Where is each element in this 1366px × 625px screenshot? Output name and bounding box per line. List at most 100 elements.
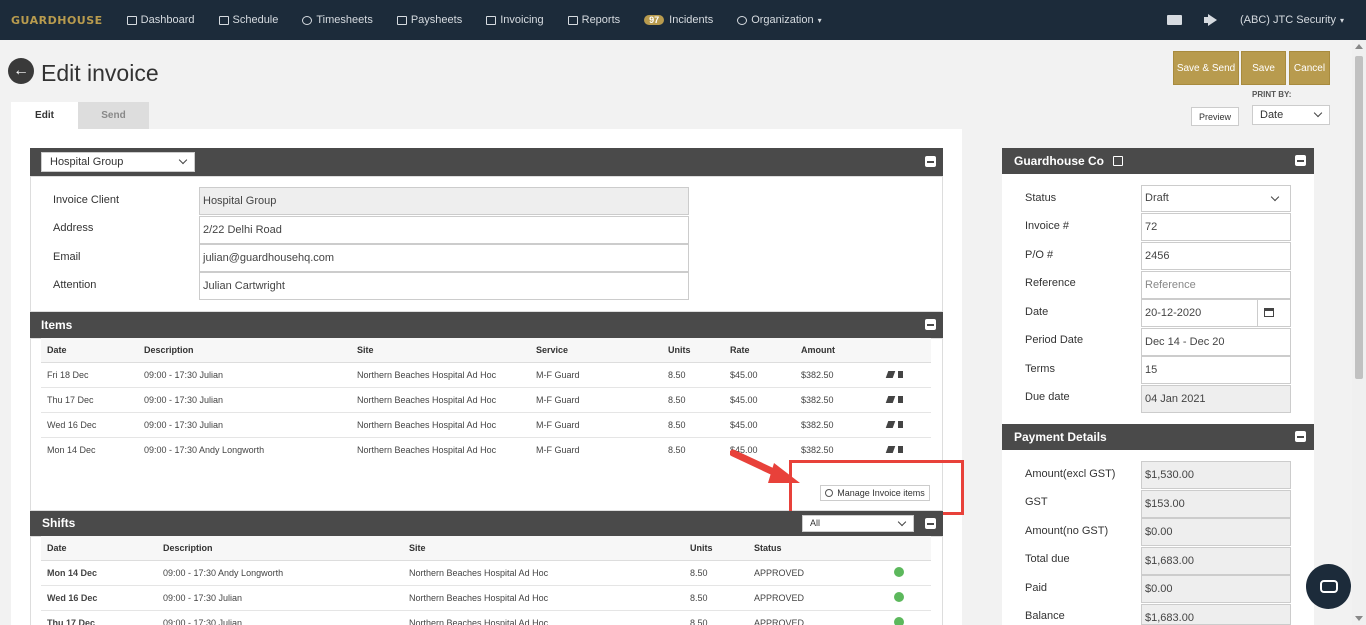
item-units: 8.50 [662, 412, 724, 438]
email-field[interactable]: julian@guardhousehq.com [199, 244, 689, 272]
collapse-icon[interactable] [1295, 155, 1306, 166]
nav-dashboard[interactable]: Dashboard [126, 14, 195, 26]
caret-down-icon: ▾ [817, 15, 822, 25]
pencil-icon[interactable] [885, 370, 896, 378]
trash-icon[interactable] [898, 370, 903, 378]
scroll-thumb[interactable] [1355, 56, 1363, 379]
nav-organization[interactable]: Organization ▾ [737, 14, 822, 26]
nav-timesheets[interactable]: Timesheets [302, 14, 373, 26]
invoice-client-field[interactable]: Hospital Group [199, 187, 689, 215]
table-row[interactable]: Thu 17 Dec 09:00 - 17:30 Julian Northern… [41, 610, 931, 625]
item-service: M-F Guard [530, 362, 662, 388]
amount-excl-gst-field: $1,530.00 [1141, 461, 1291, 489]
tab-edit[interactable]: Edit [11, 102, 78, 129]
back-arrow-icon[interactable]: ← [8, 58, 34, 84]
item-actions [881, 387, 931, 413]
item-actions [881, 362, 931, 388]
gst-label: GST [1025, 496, 1048, 508]
save-button[interactable]: Save [1241, 51, 1286, 85]
table-row[interactable]: Mon 14 Dec 09:00 - 17:30 Andy Longworth … [41, 560, 931, 586]
nav-schedule[interactable]: Schedule [218, 14, 278, 26]
trash-icon[interactable] [898, 420, 903, 428]
table-row[interactable]: Wed 16 Dec 09:00 - 17:30 Julian Northern… [41, 585, 931, 611]
nav-incidents[interactable]: 97 Incidents [644, 14, 713, 26]
pencil-icon[interactable] [885, 420, 896, 428]
nav-dashboard-label: Dashboard [140, 14, 195, 26]
shift-status: APPROVED [748, 585, 888, 611]
reference-field[interactable]: Reference [1141, 271, 1291, 299]
tab-send[interactable]: Send [78, 102, 149, 129]
scroll-up-icon[interactable] [1355, 44, 1363, 49]
nav-reports[interactable]: Reports [567, 14, 621, 26]
client-select[interactable]: Hospital Group [41, 152, 195, 172]
preview-button[interactable]: Preview [1191, 107, 1239, 126]
chat-widget-button[interactable] [1306, 564, 1351, 609]
item-description: 09:00 - 17:30 Julian [138, 387, 351, 413]
pencil-icon[interactable] [885, 445, 896, 453]
nav-timesheets-label: Timesheets [316, 14, 373, 26]
shift-filter-select[interactable]: All [802, 515, 914, 532]
po-number-field[interactable]: 2456 [1141, 242, 1291, 270]
col-units: Units [684, 536, 748, 561]
nav-reports-label: Reports [581, 14, 621, 26]
collapse-icon[interactable] [925, 156, 936, 167]
table-row[interactable]: Thu 17 Dec 09:00 - 17:30 Julian Northern… [41, 387, 931, 413]
item-service: M-F Guard [536, 444, 580, 455]
item-amount: $382.50 [801, 444, 834, 455]
date-label: Date [1025, 306, 1049, 318]
megaphone-icon[interactable] [1204, 14, 1218, 26]
pencil-icon[interactable] [885, 395, 896, 403]
col-description: Description [157, 536, 403, 561]
account-menu[interactable]: (ABC) JTC Security ▾ [1240, 14, 1344, 26]
scroll-down-icon[interactable] [1355, 616, 1363, 621]
col-indicator [888, 536, 931, 561]
collapse-icon[interactable] [1295, 431, 1306, 442]
status-label: Status [1025, 192, 1057, 204]
print-by-select[interactable]: Date [1252, 105, 1330, 125]
total-due-label: Total due [1025, 553, 1070, 565]
client-select-value: Hospital Group [50, 156, 124, 168]
envelope-icon[interactable] [1167, 15, 1183, 25]
brand-logo[interactable]: GUARDHOUSE [11, 14, 103, 27]
nav-invoicing[interactable]: Invoicing [486, 14, 544, 26]
terms-field[interactable]: 15 [1141, 356, 1291, 384]
reference-label: Reference [1025, 277, 1076, 289]
table-row[interactable]: Wed 16 Dec 09:00 - 17:30 Julian Northern… [41, 412, 931, 438]
date-picker-button[interactable] [1257, 299, 1291, 327]
address-field[interactable]: 2/22 Delhi Road [199, 216, 689, 244]
page-scrollbar[interactable] [1352, 40, 1366, 625]
nav-paysheets[interactable]: Paysheets [396, 14, 462, 26]
chevron-down-icon [897, 517, 907, 527]
item-service: M-F Guard [530, 387, 662, 413]
edit-icon[interactable] [1113, 156, 1124, 166]
invoice-number-label: Invoice # [1025, 220, 1070, 232]
shift-site: Northern Beaches Hospital Ad Hoc [403, 585, 684, 611]
col-rate: Rate [724, 338, 795, 363]
address-label: Address [53, 222, 94, 234]
save-send-button[interactable]: Save & Send [1173, 51, 1239, 85]
shift-status: APPROVED [748, 560, 888, 586]
amount-excl-gst-label: Amount(excl GST) [1025, 468, 1116, 480]
shift-indicator [888, 560, 931, 586]
company-title: Guardhouse Co [1014, 154, 1105, 168]
trash-icon[interactable] [898, 395, 903, 403]
date-field[interactable]: 20-12-2020 [1141, 299, 1258, 327]
attention-field[interactable]: Julian Cartwright [199, 272, 689, 300]
item-date: Fri 18 Dec [41, 362, 138, 388]
collapse-icon[interactable] [925, 319, 936, 330]
shift-units: 8.50 [684, 610, 748, 625]
table-row[interactable]: Fri 18 Dec 09:00 - 17:30 Julian Northern… [41, 362, 931, 388]
status-value: Draft [1145, 192, 1169, 204]
nav-invoicing-label: Invoicing [500, 14, 544, 26]
collapse-icon[interactable] [925, 518, 936, 529]
caret-down-icon: ▾ [1339, 15, 1344, 25]
status-select[interactable]: Draft [1141, 185, 1291, 212]
shift-filter-value: All [810, 518, 821, 528]
trash-icon[interactable] [898, 445, 903, 453]
users-icon [737, 15, 748, 25]
po-number-label: P/O # [1025, 249, 1054, 261]
payment-title: Payment Details [1014, 430, 1107, 444]
cancel-button[interactable]: Cancel [1289, 51, 1330, 85]
period-date-field[interactable]: Dec 14 - Dec 20 [1141, 328, 1291, 356]
invoice-number-field[interactable]: 72 [1141, 213, 1291, 241]
